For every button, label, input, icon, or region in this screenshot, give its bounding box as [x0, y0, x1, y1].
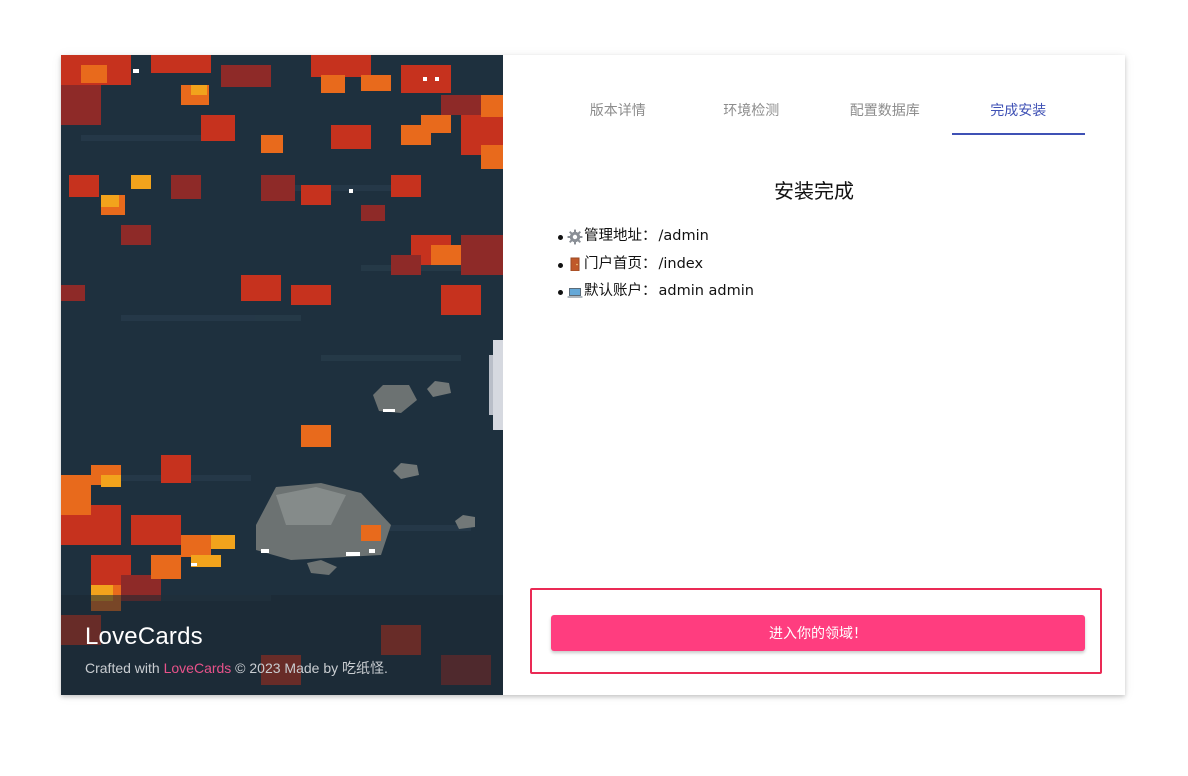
install-panel: 版本详情 环境检测 配置数据库 完成安装 安装完成 管理地址： /admin 门…: [503, 55, 1125, 695]
enter-your-domain-button[interactable]: 进入你的领域！: [551, 615, 1085, 651]
portal-home-value: /index: [658, 255, 704, 272]
hero-art-panel: LoveCards Crafted with LoveCards © 2023 …: [61, 55, 503, 695]
list-item-admin-url: 管理地址：/admin: [558, 223, 754, 251]
gear-icon: [567, 229, 583, 245]
brand-name: LoveCards: [85, 623, 203, 650]
portal-home-label: 门户首页：: [584, 255, 657, 272]
tab-version-details[interactable]: 版本详情: [551, 91, 685, 135]
tab-environment-check[interactable]: 环境检测: [685, 91, 819, 135]
default-account-label: 默认账户：: [584, 283, 657, 299]
page-title: 安装完成: [774, 179, 854, 203]
admin-url-value: /admin: [658, 228, 709, 244]
install-info-list: 管理地址：/admin 门户首页：/index 默认账户： admin admi…: [558, 223, 754, 306]
credits-link[interactable]: LoveCards: [164, 660, 232, 676]
tab-finish-install[interactable]: 完成安装: [951, 91, 1085, 135]
step-tabs: 版本详情 环境检测 配置数据库 完成安装: [551, 91, 1085, 135]
default-account-value: admin admin: [658, 283, 754, 299]
admin-url-label: 管理地址：: [584, 228, 657, 244]
door-icon: [567, 256, 583, 272]
install-card: LoveCards Crafted with LoveCards © 2023 …: [61, 55, 1125, 695]
credits-line: Crafted with LoveCards © 2023 Made by 吃纸…: [85, 658, 388, 678]
list-item-portal-home: 门户首页：/index: [558, 251, 754, 279]
credits-suffix: © 2023 Made by 吃纸怪.: [231, 660, 388, 676]
credits-prefix: Crafted with: [85, 660, 164, 676]
laptop-icon: [567, 284, 583, 300]
list-item-default-account: 默认账户： admin admin: [558, 278, 754, 306]
tab-configure-database[interactable]: 配置数据库: [818, 91, 952, 135]
